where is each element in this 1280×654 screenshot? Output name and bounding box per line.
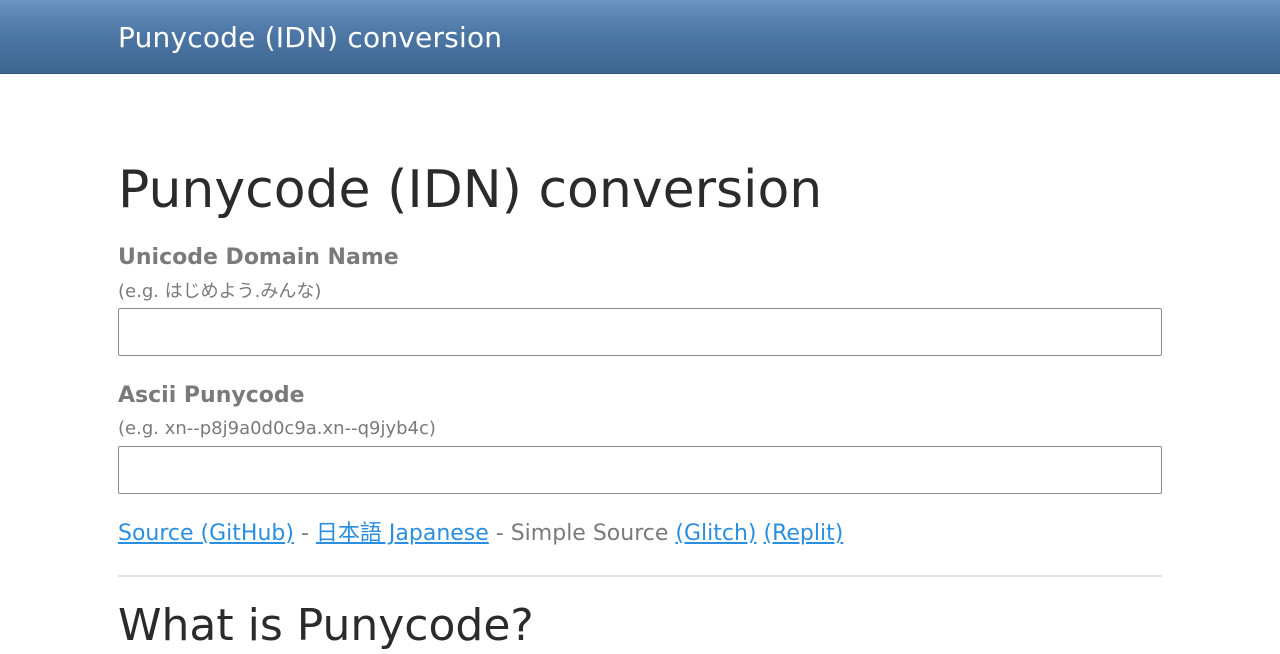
- glitch-link[interactable]: (Glitch): [675, 521, 756, 546]
- section-title: What is Punycode?: [118, 600, 534, 651]
- links-row: Source (GitHub) - 日本語 Japanese - Simple …: [118, 517, 843, 551]
- page-title: Punycode (IDN) conversion: [118, 160, 823, 220]
- unicode-domain-hint: (e.g. はじめよう.みんな): [118, 281, 322, 302]
- source-github-link[interactable]: Source (GitHub): [118, 521, 294, 546]
- separator-space: [757, 521, 764, 546]
- unicode-domain-input[interactable]: [118, 308, 1162, 356]
- japanese-link[interactable]: 日本語 Japanese: [316, 521, 489, 546]
- ascii-punycode-label: Ascii Punycode: [118, 383, 305, 408]
- ascii-punycode-hint: (e.g. xn--p8j9a0d0c9a.xn--q9jyb4c): [118, 418, 436, 439]
- separator-text: -: [293, 521, 316, 546]
- unicode-domain-label: Unicode Domain Name: [118, 245, 399, 270]
- replit-link[interactable]: (Replit): [764, 521, 844, 546]
- divider: [118, 575, 1162, 577]
- simple-source-text: - Simple Source: [488, 521, 676, 546]
- main-container: Punycode (IDN) conversion Unicode Domain…: [118, 0, 1162, 651]
- ascii-punycode-input[interactable]: [118, 446, 1162, 494]
